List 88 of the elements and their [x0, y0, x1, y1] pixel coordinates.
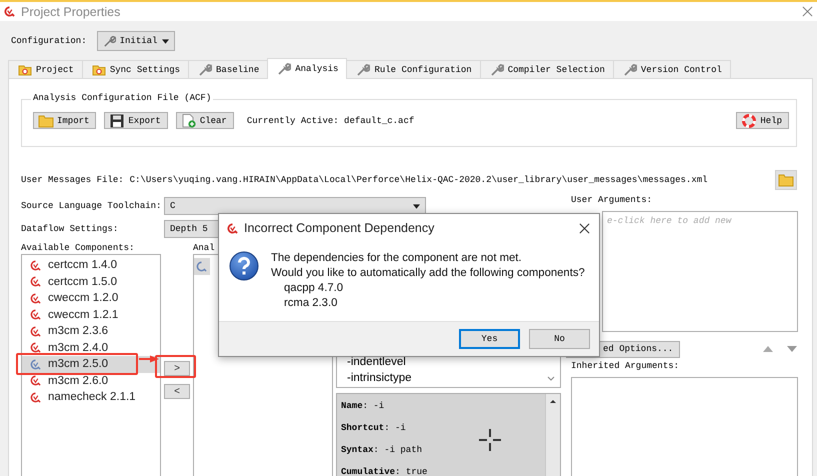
component-item[interactable]: m3cm 2.6.0 — [22, 372, 160, 389]
tab[interactable]: Baseline — [188, 60, 268, 78]
folder-icon — [778, 173, 794, 187]
folder-icon — [92, 62, 106, 76]
dataflow-label: Dataflow Settings: — [21, 224, 120, 234]
logo-icon — [196, 260, 207, 272]
new-document-icon — [180, 114, 197, 128]
move-button[interactable]: > — [164, 361, 190, 376]
wrench-icon — [490, 62, 504, 76]
configuration-dropdown[interactable]: Initial — [96, 31, 175, 51]
available-components-label: Available Components: — [21, 242, 136, 252]
tab[interactable]: Project — [8, 60, 83, 78]
inherited-arguments-label: Inherited Arguments: — [571, 361, 680, 373]
scroll-down-icon[interactable] — [547, 376, 555, 382]
component-item[interactable]: certccm 1.5.0 — [22, 274, 160, 290]
group-legend: Analysis Configuration File (ACF) — [31, 93, 214, 103]
option-item[interactable]: -intrinsictype — [347, 370, 560, 386]
tab[interactable]: Analysis — [267, 58, 348, 79]
component-item[interactable]: certccm 1.4.0 — [22, 257, 160, 274]
component-item[interactable]: m3cm 2.4.0 — [22, 340, 160, 356]
active-acf-text: Currently Active: default_c.acf — [246, 116, 414, 126]
highlight-box — [155, 355, 196, 378]
component-name: qacpp 4.7.0 — [283, 281, 344, 296]
logo-icon — [30, 342, 41, 354]
move-button[interactable]: < — [164, 384, 190, 399]
dialog-message: Would you like to automatically add the following components? — [271, 266, 585, 281]
wrench-icon — [277, 62, 292, 76]
move-down-icon[interactable] — [786, 345, 798, 353]
toolchain-label: Source Language Toolchain: — [21, 201, 162, 211]
component-item[interactable]: m3cm 2.3.6 — [22, 323, 160, 340]
logo-icon — [30, 358, 41, 370]
window-title: Project Properties — [21, 4, 122, 18]
logo-icon — [30, 392, 41, 403]
logo-icon — [30, 276, 41, 288]
dialog-message: The dependencies for the component are not met. — [271, 251, 523, 266]
crosshair-cursor-icon — [478, 428, 502, 452]
dialog-button[interactable]: No — [529, 329, 590, 349]
close-icon[interactable] — [579, 222, 590, 234]
browse-folder-button[interactable] — [775, 170, 797, 190]
wrench-icon — [102, 34, 116, 48]
folder-icon — [18, 62, 32, 76]
user-messages-label: User Messages File: — [21, 175, 124, 185]
logo-icon — [30, 375, 41, 386]
user-messages-path: C:\Users\yuqing.vang.HIRAIN\AppData\Local\Perforce\Helix-QAC-2020.2\user_library\user_messages\messages.xml — [130, 175, 709, 185]
component-item[interactable]: namecheck 2.1.1 — [22, 389, 160, 406]
user-arguments-label: User Arguments: — [571, 195, 654, 207]
lifebuoy-icon — [741, 114, 758, 128]
option-item[interactable]: -indentlevel — [347, 354, 560, 370]
logo-icon — [30, 309, 41, 320]
dropdown-arrow-icon — [413, 204, 420, 208]
toolbar-button[interactable]: Export — [104, 112, 168, 129]
folder-icon — [38, 114, 54, 128]
help-line: Syntax: -i path — [341, 444, 424, 457]
tab[interactable]: Rule Configuration — [346, 60, 481, 78]
toolbar-button[interactable]: Clear — [176, 112, 234, 129]
help-line: Shortcut: -i — [341, 422, 407, 435]
wrench-icon — [356, 62, 370, 76]
logo-icon — [30, 292, 41, 304]
logo-icon — [30, 326, 41, 337]
tab[interactable]: Sync Settings — [82, 60, 190, 78]
tab[interactable]: Version Control — [612, 60, 731, 78]
scrollbar[interactable] — [545, 394, 560, 476]
component-item[interactable] — [194, 258, 210, 274]
analysis-components-label: Anal — [193, 242, 216, 252]
tab[interactable]: Compiler Selection — [480, 60, 614, 78]
help-button[interactable]: Help — [736, 112, 789, 129]
toolbar-button[interactable]: Import — [33, 112, 96, 129]
question-icon — [229, 251, 259, 281]
toolchain-dropdown[interactable]: C — [164, 197, 426, 215]
inherited-arguments-field[interactable] — [571, 377, 798, 476]
dialog-button[interactable]: Yes — [459, 329, 520, 349]
logo-icon — [227, 222, 238, 234]
component-item[interactable]: cweccm 1.2.1 — [22, 306, 160, 323]
help-line: Name: -i — [341, 400, 386, 413]
help-line: Cumulative: true — [341, 466, 428, 476]
component-item[interactable]: cweccm 1.2.0 — [22, 290, 160, 306]
arrow-icon — [139, 355, 159, 363]
component-item[interactable]: m3cm 2.5.0 — [22, 356, 160, 372]
configuration-label: Configuration: — [11, 36, 87, 46]
move-up-icon[interactable] — [762, 345, 774, 353]
wrench-icon — [198, 62, 212, 76]
scroll-up-icon[interactable] — [549, 398, 557, 404]
wrench-icon — [622, 62, 637, 76]
logo-icon — [4, 6, 15, 17]
dropdown-arrow-icon — [162, 38, 169, 44]
logo-icon — [30, 260, 41, 271]
user-arguments-field[interactable]: e-click here to add new — [602, 211, 798, 332]
component-name: rcma 2.3.0 — [283, 296, 338, 311]
